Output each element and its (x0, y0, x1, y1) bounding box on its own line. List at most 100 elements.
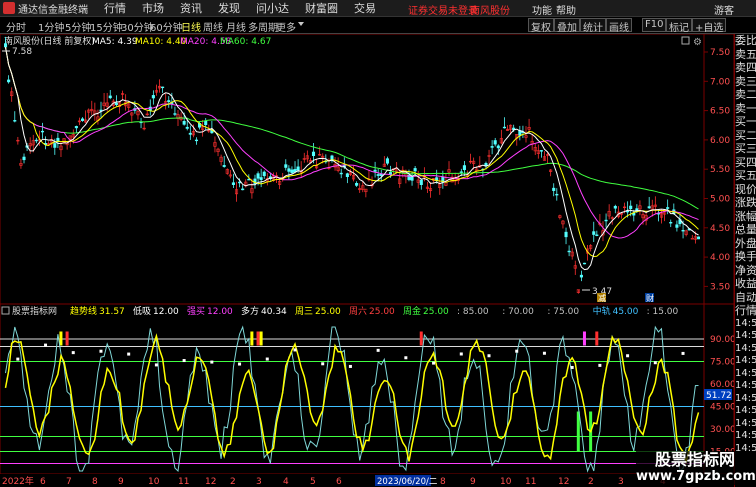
time-axis-label: 6 (40, 477, 46, 487)
indicator-tick-label: 45.00 (710, 403, 734, 413)
ma10-label: MA10: 4.40 (135, 37, 187, 47)
time-axis-label: 8 (440, 477, 446, 487)
period-1min[interactable]: 1分钟 (38, 19, 64, 34)
time-axis-label: 2 (588, 477, 594, 487)
candle-body (376, 174, 380, 176)
period-multi[interactable]: 多周期 (248, 19, 278, 34)
indicator-dot (182, 359, 186, 363)
toolbar-f10-button[interactable]: F10 (642, 18, 667, 32)
period-weekly[interactable]: 周线 (203, 19, 223, 34)
candle-body (496, 145, 500, 149)
indicator-dot (404, 356, 408, 360)
candle-body (296, 166, 300, 171)
quote-extra-label[interactable]: 行情 (735, 304, 756, 318)
period-tick[interactable]: 分时 (6, 19, 26, 34)
period-15min[interactable]: 15分钟 (90, 19, 123, 34)
candle-body (669, 222, 673, 224)
time-axis-label: 5 (310, 477, 316, 487)
toolbar-adjust-button[interactable]: 复权 (528, 18, 554, 34)
indicator-item-value: 25.00 (315, 307, 341, 317)
indicator-dot (487, 354, 491, 358)
period-monthly[interactable]: 月线 (226, 19, 246, 34)
signal-bar (419, 331, 423, 346)
menu-item-wealth[interactable]: 财富圈 (305, 0, 338, 16)
quote-field-label: 涨跌 (735, 196, 756, 209)
candle-body (34, 139, 38, 142)
period-more[interactable]: 更多 (276, 19, 296, 34)
period-30min[interactable]: 30分钟 (121, 19, 154, 34)
period-5min[interactable]: 5分钟 (65, 19, 91, 34)
current-value: 51.72 (706, 391, 732, 401)
indicator-dot (376, 348, 380, 352)
indicator-dot (16, 357, 20, 361)
candle-body (247, 178, 251, 181)
period-daily[interactable]: 日线 (181, 19, 201, 34)
candle-body (675, 224, 679, 228)
guest-user[interactable]: 游客 (714, 2, 734, 17)
indicator-item-label: 周六 (349, 305, 367, 317)
tick-time: 14:56 (735, 355, 756, 366)
quote-field-label: 买四 (735, 155, 756, 169)
signal-bar (595, 331, 599, 346)
price-tick-label: 3.50 (710, 282, 730, 292)
candle-body (388, 172, 393, 175)
toolbar-add-watchlist-button[interactable]: +自选 (692, 18, 727, 34)
period-60min[interactable]: 60分钟 (150, 19, 183, 34)
quote-field-label: 买三 (735, 142, 756, 155)
menu-item-market[interactable]: 行情 (104, 0, 126, 16)
candle-body (539, 150, 543, 152)
menu-item-trade[interactable]: 交易 (354, 0, 376, 16)
candle-body (114, 102, 118, 106)
candle-body (373, 169, 377, 172)
price-axis-ticks: 7.50 7.00 6.50 6.00 5.50 5.00 4.50 4.00 3.50 (710, 48, 730, 292)
candle-body (462, 165, 466, 171)
indicator-dot (542, 351, 546, 355)
tick-time: 14:56 (735, 317, 756, 329)
indicator-item-value: : 85.00 (457, 307, 489, 317)
menu-item-ask[interactable]: 问小达 (256, 0, 289, 16)
time-axis-label: 11 (178, 477, 189, 487)
indicator-tick-label: 75.00 (710, 358, 734, 368)
candle-body (311, 151, 316, 156)
indicator-item-value: 12.00 (207, 307, 233, 317)
candle-body (502, 126, 506, 129)
main-chart-title: 南风股份(日线 前复权) (4, 35, 95, 47)
reduce-marker[interactable]: 减 (598, 293, 606, 303)
help-menu[interactable]: 帮助 (556, 2, 576, 17)
candle-body (681, 229, 685, 232)
quote-extra-label[interactable]: 自动 (735, 291, 756, 305)
price-tick-label: 7.00 (710, 77, 730, 87)
menu-item-exchange[interactable]: 市场 (142, 0, 164, 16)
menu-item-news[interactable]: 资讯 (180, 0, 202, 16)
watermark-url: www.7gpzb.com (636, 469, 756, 484)
login-status[interactable]: 证券交易未登录 (408, 2, 478, 17)
indicator-dot (348, 364, 352, 368)
indicator-item-value: : 75.00 (547, 307, 579, 317)
candle-body (459, 171, 463, 173)
candle-body (204, 120, 208, 126)
indicator-item-value: 25.00 (369, 307, 395, 317)
toolbar-mark-button[interactable]: 标记 (666, 18, 692, 34)
candle-body (413, 168, 417, 172)
candle-body (259, 177, 263, 180)
finance-marker[interactable]: 财 (646, 293, 654, 303)
stock-name-header: 南风股份 (470, 6, 510, 17)
quote-field-label: 委比 (735, 34, 756, 47)
toolbar-statistics-button[interactable]: 统计 (580, 18, 606, 34)
chart-area[interactable]: 南风股份(日线 前复权) MA5: 4.39 MA10: 4.40 MA20: … (0, 33, 736, 487)
candle-body (7, 79, 11, 83)
high-price-label: 7.58 (12, 47, 32, 57)
menu-item-discover[interactable]: 发现 (218, 0, 240, 16)
ma60-label: MA60: 4.67 (220, 37, 271, 47)
candle-body (419, 179, 423, 185)
time-axis-label: 12 (205, 477, 216, 487)
toolbar-draw-button[interactable]: 画线 (606, 18, 632, 34)
time-axis (0, 474, 734, 487)
signal-bar (582, 331, 586, 346)
toolbar-overlay-button[interactable]: 叠加 (554, 18, 580, 34)
function-menu[interactable]: 功能 (532, 2, 552, 17)
settings-gear-icon[interactable]: ⚙ (693, 37, 702, 48)
price-tick-label: 7.50 (710, 48, 730, 58)
kline-chart-svg[interactable]: 南风股份(日线 前复权) MA5: 4.39 MA10: 4.40 MA20: … (0, 33, 736, 487)
time-axis-label: 2 (230, 477, 236, 487)
